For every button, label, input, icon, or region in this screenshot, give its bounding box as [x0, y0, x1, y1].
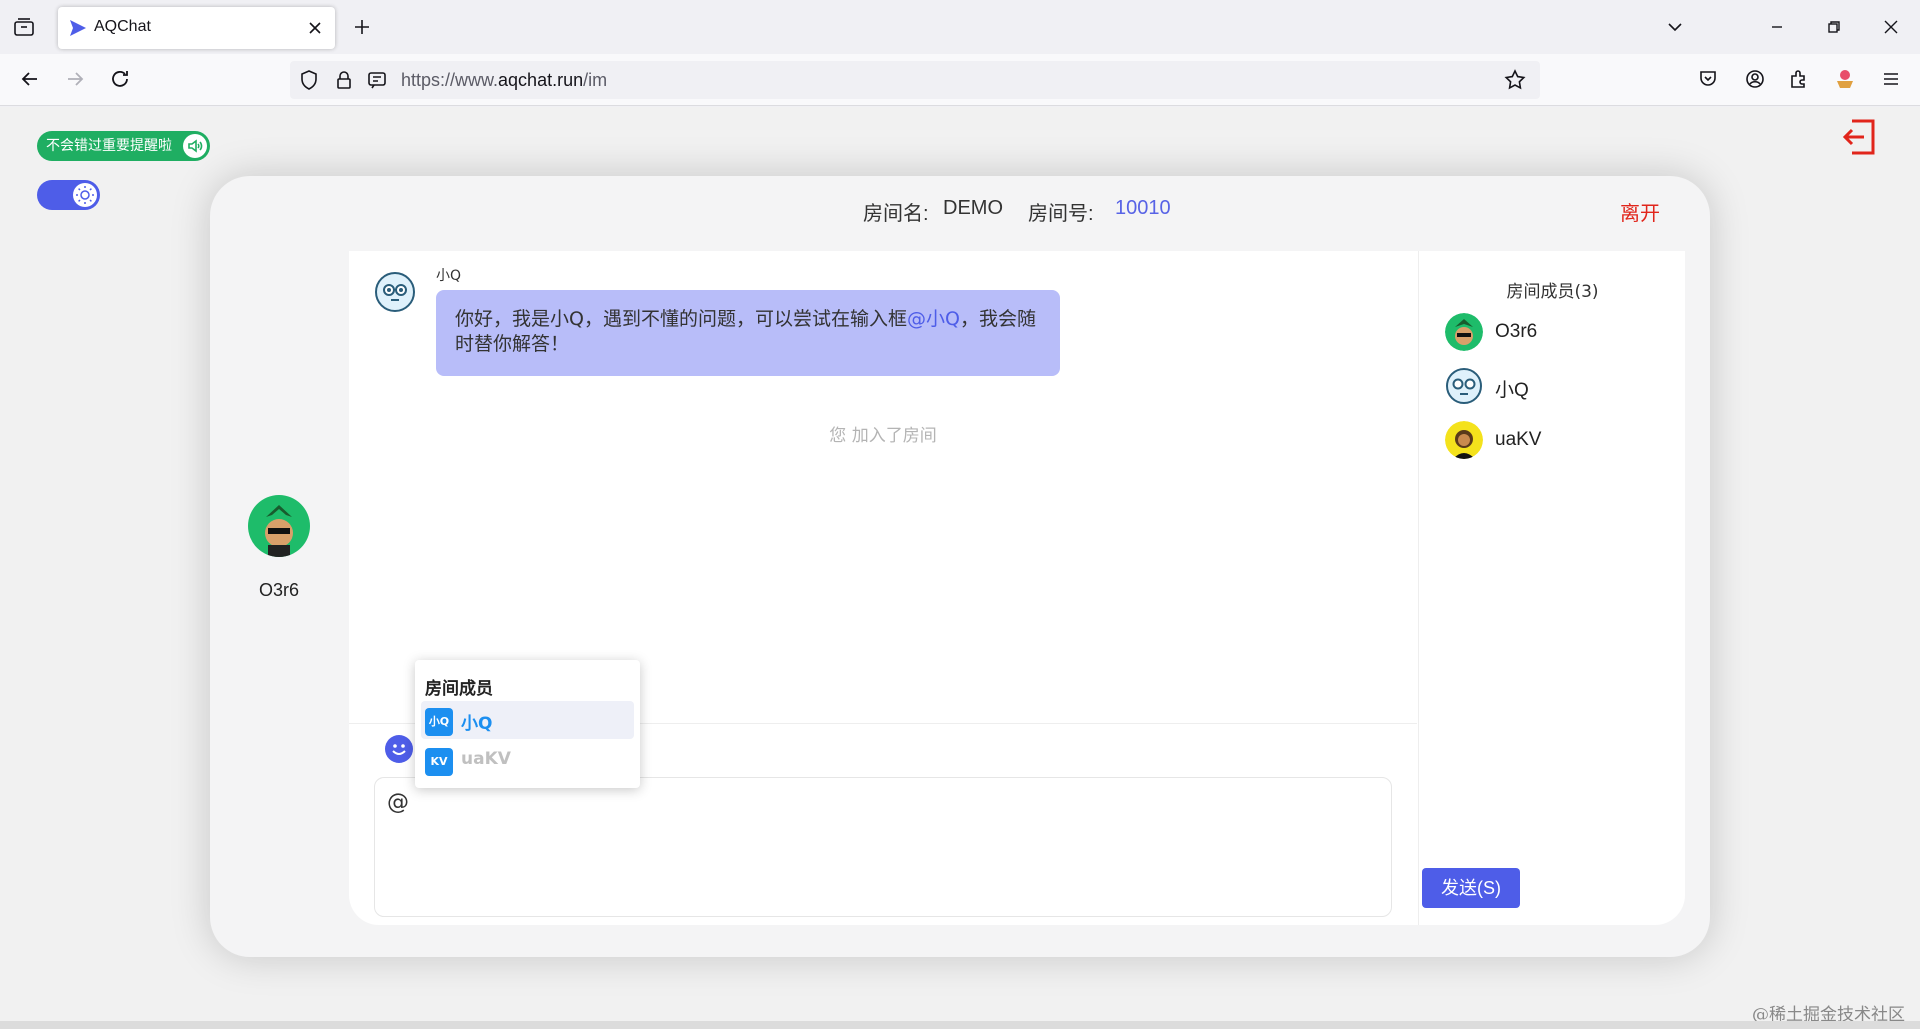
browser-nav-bar: https://www.aqchat.run/im — [0, 54, 1920, 106]
message-list: 小Q 你好，我是小Q，遇到不懂的问题，可以尝试在输入框@小Q，我会随时替你解答！… — [349, 251, 1417, 724]
room-name-label: 房间名: — [863, 203, 929, 225]
tab-list-icon[interactable] — [12, 15, 36, 39]
room-name: DEMO — [943, 197, 1003, 219]
notify-toggle-label: 不会错过重要提醒啦 — [46, 138, 172, 154]
menu-icon[interactable] — [1879, 67, 1903, 91]
current-user-name: O3r6 — [258, 580, 300, 600]
url-bar[interactable]: https://www.aqchat.run/im — [290, 61, 1540, 99]
mention-popup-title: 房间成员 — [425, 679, 493, 699]
pocket-icon[interactable] — [1696, 67, 1720, 91]
browser-tab[interactable]: AQChat — [58, 7, 335, 49]
mention-option[interactable]: 小Q 小Q — [421, 701, 634, 739]
minimize-icon[interactable] — [1765, 15, 1789, 39]
bookmark-star-icon[interactable] — [1503, 68, 1527, 92]
list-all-tabs-icon[interactable] — [1663, 15, 1687, 39]
member-avatar — [1445, 313, 1483, 351]
send-arrow-icon — [68, 18, 88, 38]
close-window-icon[interactable] — [1879, 15, 1903, 39]
message-bubble: 你好，我是小Q，遇到不懂的问题，可以尝试在输入框@小Q，我会随时替你解答！ — [436, 290, 1060, 376]
mention-popup: 房间成员 小Q 小Q KV uaKV — [415, 660, 640, 788]
forward-icon[interactable] — [63, 67, 87, 91]
room-number: 10010 — [1115, 197, 1171, 219]
member-name: O3r6 — [1495, 321, 1538, 342]
theme-toggle[interactable] — [37, 180, 100, 210]
message-input[interactable]: @ — [374, 777, 1392, 917]
member-avatar — [1445, 367, 1483, 405]
chat-card: 房间名: DEMO 房间号: 10010 离开 O3r6 小Q 你好，我是小Q，… — [210, 176, 1710, 957]
system-message: 您 加入了房间 — [829, 426, 937, 446]
page-info-icon[interactable] — [365, 68, 389, 92]
emoji-icon[interactable] — [385, 735, 413, 763]
new-tab-icon[interactable] — [350, 15, 374, 39]
member-list-title: 房间成员(3) — [1506, 282, 1599, 302]
browser-tab-bar: AQChat — [0, 0, 1920, 54]
mention-option[interactable]: KV uaKV — [421, 741, 634, 779]
member-name: uaKV — [1495, 429, 1542, 450]
message-sender: 小Q — [436, 268, 462, 284]
page-content: 不会错过重要提醒啦 房间名: DEMO 房间号: 10010 离开 O3r6 小… — [0, 107, 1920, 1029]
member-avatar — [1445, 421, 1483, 459]
tab-title: AQChat — [94, 18, 151, 35]
room-number-label: 房间号: — [1028, 203, 1094, 225]
restore-icon[interactable] — [1822, 15, 1846, 39]
lock-icon[interactable] — [332, 68, 356, 92]
sun-icon — [73, 183, 97, 207]
notify-toggle[interactable]: 不会错过重要提醒啦 — [37, 131, 210, 161]
member-name: 小Q — [1495, 380, 1529, 401]
logout-icon[interactable] — [1838, 117, 1878, 157]
speaker-icon — [183, 134, 207, 158]
mention-option-badge: KV — [425, 748, 453, 776]
bot-avatar[interactable] — [374, 271, 416, 313]
shield-icon[interactable] — [297, 68, 321, 92]
current-user-avatar[interactable] — [248, 495, 310, 557]
member-item[interactable]: 小Q — [1445, 367, 1675, 407]
member-item[interactable]: uaKV — [1445, 421, 1675, 461]
member-item[interactable]: O3r6 — [1445, 313, 1675, 353]
leave-room-button[interactable]: 离开 — [1620, 197, 1660, 226]
account-icon[interactable] — [1743, 67, 1767, 91]
url-text: https://www.aqchat.run/im — [401, 70, 608, 90]
mention-option-label: uaKV — [461, 749, 511, 769]
room-header: 房间名: DEMO 房间号: 10010 离开 — [210, 176, 1710, 247]
extension-avatar-icon[interactable] — [1833, 67, 1857, 91]
reload-icon[interactable] — [108, 67, 132, 91]
mention-option-label: 小Q — [461, 714, 493, 734]
member-list-panel: 房间成员(3) O3r6 小Q uaKV — [1418, 251, 1685, 925]
extensions-icon[interactable] — [1787, 67, 1811, 91]
close-tab-icon[interactable] — [303, 16, 327, 40]
bottom-strip — [0, 1021, 1920, 1029]
mention-option-badge: 小Q — [425, 708, 453, 736]
chat-panel: 小Q 你好，我是小Q，遇到不懂的问题，可以尝试在输入框@小Q，我会随时替你解答！… — [349, 251, 1685, 925]
mention-link[interactable]: @小Q — [907, 308, 960, 330]
back-icon[interactable] — [18, 67, 42, 91]
